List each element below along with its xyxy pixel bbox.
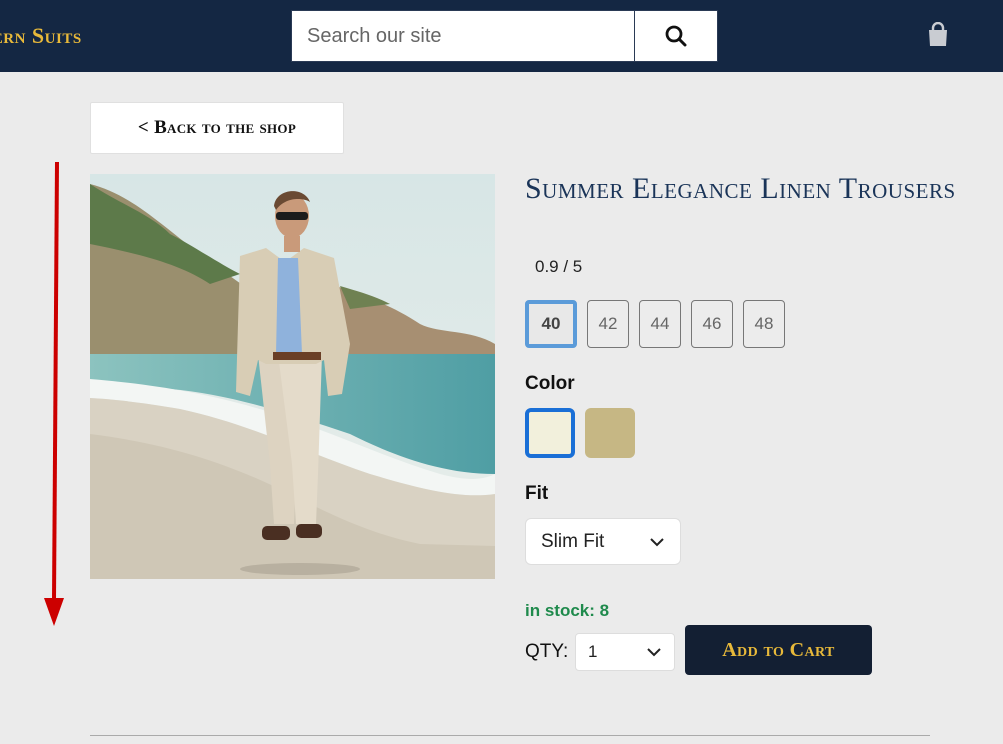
chevron-down-icon bbox=[647, 648, 661, 657]
search-icon bbox=[665, 25, 687, 47]
fit-label: Fit bbox=[525, 483, 549, 504]
color-selector bbox=[525, 408, 635, 458]
size-option-46[interactable]: 46 bbox=[691, 300, 733, 348]
brand-logo[interactable]: Modern Suits bbox=[0, 20, 200, 52]
qty-value: 1 bbox=[588, 642, 598, 661]
brand-name: Modern Suits bbox=[0, 23, 82, 48]
qty-dropdown[interactable]: 1 bbox=[575, 633, 675, 671]
add-to-cart-label: Add to Cart bbox=[722, 638, 835, 661]
search-box bbox=[291, 10, 635, 62]
search-button[interactable] bbox=[634, 10, 718, 62]
fit-value: Slim Fit bbox=[541, 530, 605, 552]
search-input[interactable] bbox=[292, 11, 634, 61]
product-photo bbox=[90, 174, 495, 579]
color-label: Color bbox=[525, 373, 575, 394]
color-swatch-cream[interactable] bbox=[525, 408, 575, 458]
section-divider bbox=[90, 735, 930, 736]
shopping-bag-icon[interactable] bbox=[926, 22, 950, 48]
chevron-down-icon bbox=[650, 537, 664, 546]
add-to-cart-button[interactable]: Add to Cart bbox=[685, 625, 872, 675]
product-title: Summer Elegance Linen Trousers bbox=[525, 172, 956, 205]
color-swatch-khaki[interactable] bbox=[585, 408, 635, 458]
stock-status: in stock: 8 bbox=[525, 601, 610, 620]
size-option-48[interactable]: 48 bbox=[743, 300, 785, 348]
size-selector: 40 42 44 46 48 bbox=[525, 300, 785, 348]
size-option-40[interactable]: 40 bbox=[525, 300, 577, 348]
size-option-44[interactable]: 44 bbox=[639, 300, 681, 348]
site-header: Modern Suits bbox=[0, 0, 1003, 72]
fit-dropdown[interactable]: Slim Fit bbox=[525, 518, 681, 565]
size-option-42[interactable]: 42 bbox=[587, 300, 629, 348]
back-to-shop-label: < Back to the shop bbox=[137, 117, 297, 138]
scroll-down-arrow-annotation bbox=[44, 161, 64, 626]
product-rating: 0.9 / 5 bbox=[535, 257, 583, 276]
back-to-shop-button[interactable]: < Back to the shop bbox=[90, 102, 344, 154]
qty-label: QTY: bbox=[525, 641, 569, 662]
